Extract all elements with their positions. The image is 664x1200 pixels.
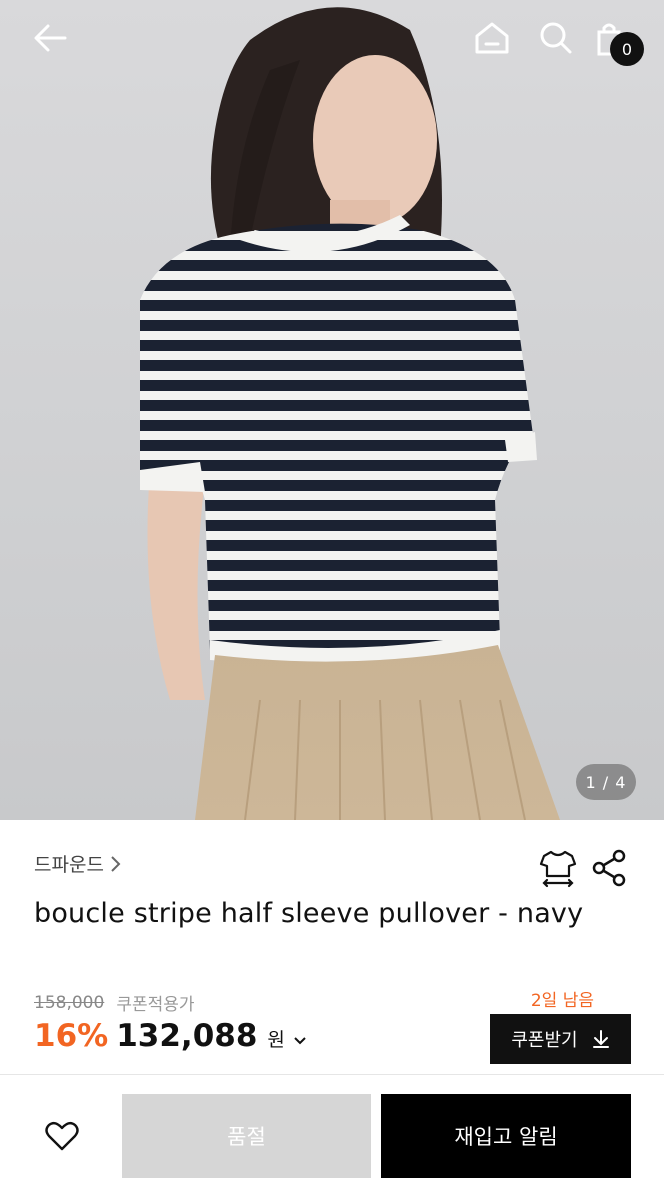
product-image-gallery[interactable]: 0 1 / 4 bbox=[0, 0, 664, 820]
coupon-price-note: 쿠폰적용가 bbox=[116, 995, 195, 1015]
brand-link[interactable]: 드파운드 bbox=[34, 850, 122, 877]
currency-label: 원 bbox=[267, 1029, 285, 1051]
get-coupon-button[interactable]: 쿠폰받기 bbox=[490, 1014, 631, 1064]
back-arrow-icon bbox=[34, 24, 67, 52]
size-fit-button[interactable] bbox=[538, 848, 578, 888]
sale-price: 132,088 bbox=[116, 1018, 258, 1054]
brand-name: 드파운드 bbox=[34, 854, 104, 876]
product-title: boucle stripe half sleeve pullover - nav… bbox=[34, 898, 584, 929]
gallery-page-indicator: 1 / 4 bbox=[576, 764, 636, 800]
heart-icon bbox=[45, 1121, 79, 1151]
cart-button[interactable]: 0 bbox=[592, 14, 644, 66]
original-price-row: 158,000 쿠폰적용가 bbox=[34, 990, 195, 1016]
top-navigation-bar: 0 bbox=[0, 0, 664, 80]
price-row[interactable]: 16% 132,088 원 bbox=[34, 1018, 307, 1054]
tshirt-size-icon bbox=[539, 850, 577, 888]
cart-count-badge: 0 bbox=[610, 32, 644, 66]
section-divider bbox=[0, 1074, 664, 1075]
wishlist-button[interactable] bbox=[40, 1114, 84, 1158]
share-icon bbox=[592, 849, 626, 887]
soldout-button: 품절 bbox=[122, 1094, 371, 1178]
coupon-days-left: 2일 남음 bbox=[530, 991, 594, 1011]
get-coupon-label: 쿠폰받기 bbox=[511, 1030, 578, 1051]
search-button[interactable] bbox=[532, 16, 580, 60]
share-button[interactable] bbox=[590, 848, 630, 888]
back-button[interactable] bbox=[22, 16, 78, 60]
search-icon bbox=[540, 22, 572, 54]
chevron-down-icon[interactable] bbox=[293, 1036, 307, 1046]
discount-rate: 16% bbox=[34, 1018, 109, 1054]
home-icon bbox=[475, 22, 509, 54]
home-button[interactable] bbox=[468, 16, 516, 60]
product-photo bbox=[140, 7, 560, 820]
original-price: 158,000 bbox=[34, 992, 105, 1013]
download-icon bbox=[592, 1030, 609, 1048]
chevron-right-icon bbox=[111, 855, 121, 872]
restock-alert-button[interactable]: 재입고 알림 bbox=[381, 1094, 631, 1178]
